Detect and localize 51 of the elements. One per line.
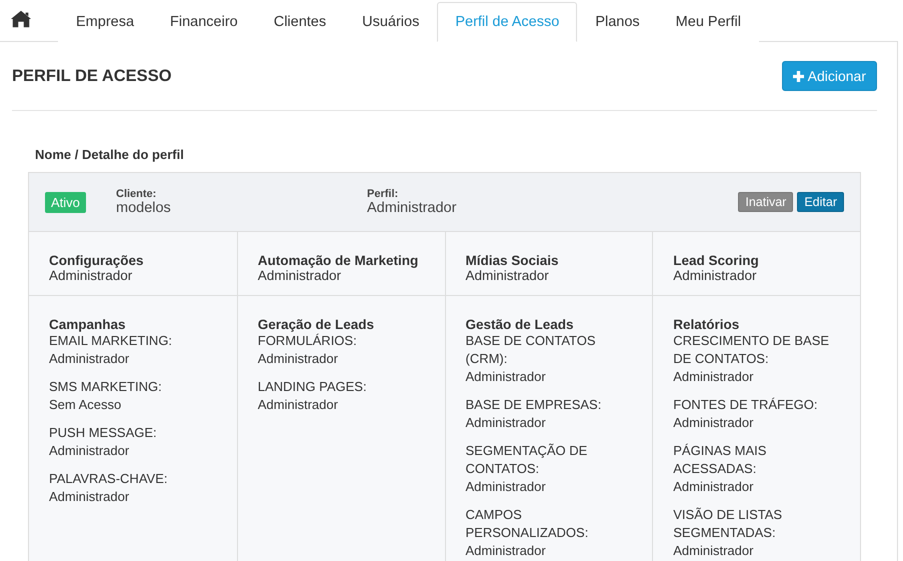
permission-label: BASE DE CONTATOS (CRM): xyxy=(466,332,597,368)
field-value: modelos xyxy=(116,200,172,216)
access-level: Administrador xyxy=(673,542,754,560)
permission-label: EMAIL MARKETING: xyxy=(49,332,174,350)
access-level: Administrador xyxy=(673,268,758,283)
permission-label: PÁGINAS MAIS ACESSADAS: xyxy=(673,442,768,478)
access-level: Administrador xyxy=(466,268,550,283)
field-value: Administrador xyxy=(367,200,458,216)
page-title: PERFIL DE ACESSO xyxy=(12,66,172,86)
permission-label: PALAVRAS-CHAVE: xyxy=(49,470,168,488)
status-badge: Ativo xyxy=(45,192,86,212)
edit-button[interactable]: Editar xyxy=(797,192,844,212)
permission-label: PUSH MESSAGE: xyxy=(49,424,158,442)
access-level: Administrador xyxy=(258,396,339,414)
access-level: Administrador xyxy=(466,368,547,386)
access-level: Administrador xyxy=(49,268,134,283)
module-title: Geração de Leads xyxy=(258,317,376,332)
home-icon[interactable] xyxy=(10,9,32,29)
field-label: Perfil: xyxy=(367,188,400,200)
permission-label: VISÃO DE LISTAS SEGMENTADAS: xyxy=(673,506,784,542)
access-level: Administrador xyxy=(673,414,754,432)
permission-label: SMS MARKETING: xyxy=(49,378,163,396)
module-title: Campanhas xyxy=(49,317,127,332)
access-level: Administrador xyxy=(673,368,754,386)
permission-label: CRESCIMENTO DE BASE DE CONTATOS: xyxy=(673,332,830,368)
access-level: Administrador xyxy=(673,478,754,496)
permission-label: CAMPOS PERSONALIZADOS: xyxy=(466,506,590,542)
plus-icon xyxy=(792,70,804,82)
module-title: Mídias Sociais xyxy=(466,253,560,268)
module-title: Gestão de Leads xyxy=(466,317,575,332)
access-level: Administrador xyxy=(49,442,130,460)
access-level: Administrador xyxy=(258,268,342,283)
permission-label: LANDING PAGES: xyxy=(258,378,368,396)
access-level: Administrador xyxy=(258,350,339,368)
access-level: Administrador xyxy=(49,350,130,368)
access-level: Sem Acesso xyxy=(49,396,122,414)
module-title: Lead Scoring xyxy=(673,253,760,268)
access-level: Administrador xyxy=(466,478,547,496)
module-title: Automação de Marketing xyxy=(258,253,420,268)
permission-label: FORMULÁRIOS: xyxy=(258,332,358,350)
deactivate-button[interactable]: Inativar xyxy=(738,192,794,212)
access-level: Administrador xyxy=(466,542,547,560)
permission-label: SEGMENTAÇÃO DE CONTATOS: xyxy=(466,442,588,478)
access-level: Administrador xyxy=(466,414,547,432)
module-title: Configurações xyxy=(49,253,145,268)
section-label: Nome / Detalhe do perfil xyxy=(35,147,185,162)
permission-label: FONTES DE TRÁFEGO: xyxy=(673,396,818,414)
field-label: Cliente: xyxy=(116,188,158,200)
access-level: Administrador xyxy=(49,488,130,506)
permission-label: BASE DE EMPRESAS: xyxy=(466,396,602,414)
module-title: Relatórios xyxy=(673,317,740,332)
